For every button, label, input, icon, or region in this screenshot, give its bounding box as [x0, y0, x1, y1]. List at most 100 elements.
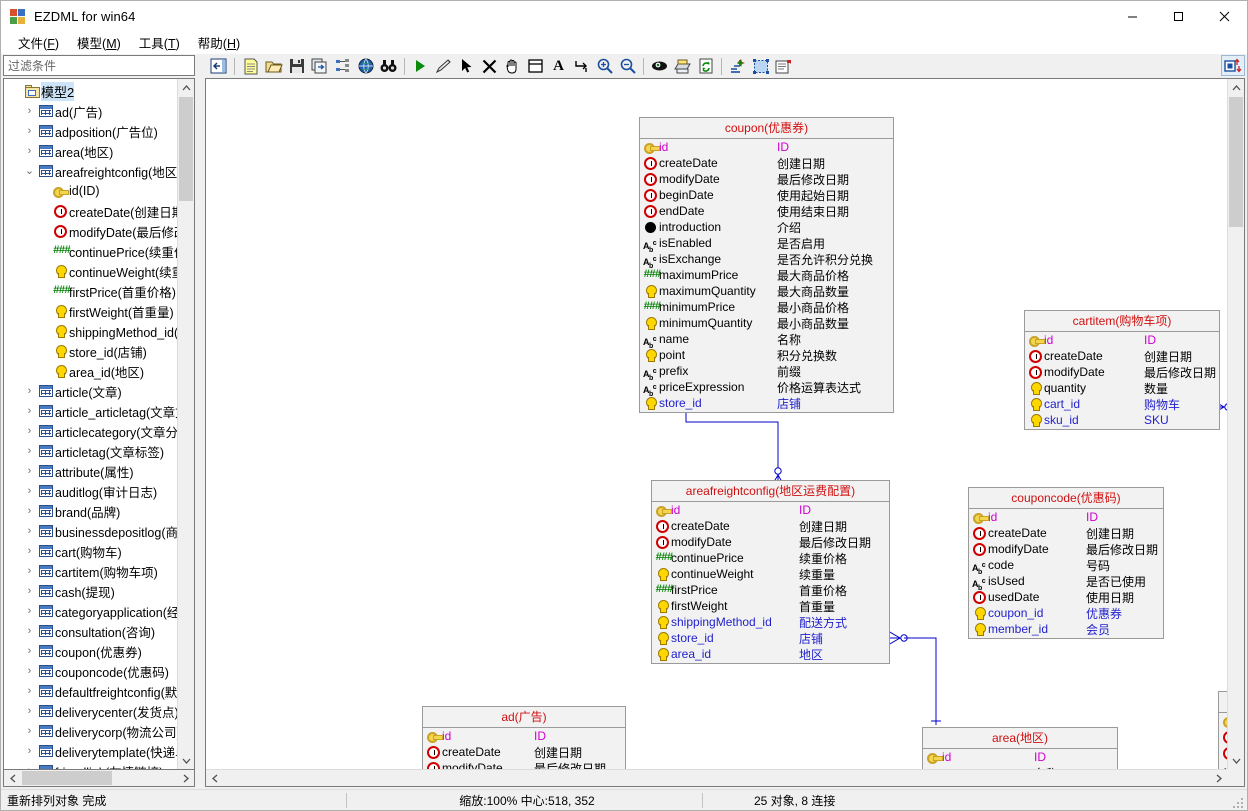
tree-root-node[interactable]: 模型2 [4, 81, 177, 101]
chevron-right-icon[interactable]: › [22, 725, 37, 737]
er-column-row[interactable]: modifyDate最后修改日期 [1219, 745, 1227, 761]
save-model-button[interactable] [285, 55, 308, 77]
er-column-row[interactable]: Abc prefix 前缀 [640, 363, 893, 381]
canvas-horizontal-scrollbar[interactable] [206, 769, 1227, 786]
find-button[interactable] [377, 55, 400, 77]
er-column-row[interactable]: id ID [640, 139, 893, 155]
tree-table-node[interactable]: › article_articletag(文章文章标签) [4, 401, 177, 421]
er-column-row[interactable]: usedDate 使用日期 [969, 589, 1163, 605]
chevron-down-icon[interactable]: ⌄ [22, 165, 37, 177]
canvas-scroll-up-arrow[interactable] [1228, 79, 1244, 96]
tree-column-node[interactable]: shippingMethod_id(配送方式) [4, 321, 177, 341]
er-column-row[interactable]: ### firstPrice 首重价格 [652, 582, 889, 598]
er-column-row[interactable]: modifyDate最后修改日期 [423, 760, 625, 769]
er-table-couponcode[interactable]: couponcode(优惠码) id ID createDate 创建日期 modifyD… [968, 487, 1164, 639]
chevron-right-icon[interactable]: › [22, 445, 37, 457]
er-column-row[interactable]: Abcname名称 [923, 765, 1117, 769]
chevron-right-icon[interactable]: › [22, 745, 37, 757]
menu-file[interactable]: 文件(F) [9, 31, 68, 55]
tree-column-node[interactable]: firstWeight(首重量) [4, 301, 177, 321]
refresh-button[interactable] [694, 55, 717, 77]
er-column-row[interactable]: store_id 店铺 [652, 630, 889, 646]
er-column-row[interactable]: sku_id SKU [1025, 412, 1219, 428]
er-table-deliverycenter[interactable]: deliverycenter(发货点)idIDcreateDate创建日期mod… [1218, 691, 1227, 769]
er-table-coupon[interactable]: coupon(优惠券) id ID createDate 创建日期 modifyDate 最… [639, 117, 894, 413]
tree-table-node[interactable]: › articletag(文章标签) [4, 441, 177, 461]
canvas-vertical-scrollbar[interactable] [1227, 79, 1244, 769]
canvas-scroll-down-arrow[interactable] [1228, 752, 1244, 769]
tree-column-node[interactable]: id(ID) [4, 181, 177, 201]
chevron-right-icon[interactable]: › [22, 645, 37, 657]
er-column-row[interactable]: id ID [652, 502, 889, 518]
tree-hscroll-thumb[interactable] [22, 771, 112, 785]
chevron-right-icon[interactable]: › [22, 465, 37, 477]
close-button[interactable] [1201, 1, 1247, 32]
er-column-row[interactable]: beginDate 使用起始日期 [640, 187, 893, 203]
er-column-row[interactable]: createDate创建日期 [1219, 729, 1227, 745]
tree-column-node[interactable]: createDate(创建日期) [4, 201, 177, 221]
er-column-row[interactable]: createDate创建日期 [1025, 348, 1219, 364]
preview-button[interactable] [648, 55, 671, 77]
er-column-row[interactable]: continueWeight 续重量 [652, 566, 889, 582]
tree-table-node[interactable]: › defaultfreightconfig(默认运费配置) [4, 681, 177, 701]
tree-table-node[interactable]: › friendlink(友情链接) [4, 761, 177, 769]
tree-column-node[interactable]: area_id(地区) [4, 361, 177, 381]
er-column-row[interactable]: Abc code 号码 [969, 557, 1163, 575]
chevron-right-icon[interactable]: › [22, 765, 37, 769]
er-column-row[interactable]: ### continuePrice 续重价格 [652, 550, 889, 566]
chevron-right-icon[interactable]: › [22, 565, 37, 577]
tree-table-node[interactable]: › couponcode(优惠码) [4, 661, 177, 681]
tree-table-node[interactable]: › adposition(广告位) [4, 121, 177, 141]
er-column-row[interactable]: modifyDate最后修改日期 [969, 541, 1163, 557]
zoom-out-button[interactable] [616, 55, 639, 77]
tree-scroll-down-arrow[interactable] [178, 752, 194, 769]
chevron-right-icon[interactable]: › [22, 625, 37, 637]
menu-help[interactable]: 帮助(H) [189, 31, 249, 55]
chevron-right-icon[interactable]: › [22, 665, 37, 677]
chevron-right-icon[interactable]: › [22, 125, 37, 137]
er-column-row[interactable]: coupon_id 优惠券 [969, 605, 1163, 621]
tree-table-node[interactable]: › auditlog(审计日志) [4, 481, 177, 501]
er-column-row[interactable]: introduction 介绍 [640, 219, 893, 235]
er-column-row[interactable]: firstWeight 首重量 [652, 598, 889, 614]
structure-button[interactable] [331, 55, 354, 77]
tree-column-node[interactable]: ### firstPrice(首重价格) [4, 281, 177, 301]
tree-table-node[interactable]: › deliverycenter(发货点) [4, 701, 177, 721]
open-model-button[interactable] [262, 55, 285, 77]
minimize-button[interactable] [1109, 1, 1155, 32]
select-button[interactable] [455, 55, 478, 77]
menu-model[interactable]: 模型(M) [68, 31, 130, 55]
tree-table-node[interactable]: › consultation(咨询) [4, 621, 177, 641]
maximize-button[interactable] [1155, 1, 1201, 32]
tree-table-node[interactable]: › deliverytemplate(快递单模板) [4, 741, 177, 761]
er-column-row[interactable]: createDate创建日期 [423, 744, 625, 760]
chevron-right-icon[interactable]: › [22, 505, 37, 517]
er-table-area[interactable]: area(地区)idIDAbcname名称fullName全称 [922, 727, 1118, 769]
edit-button[interactable] [432, 55, 455, 77]
tree-column-node[interactable]: continueWeight(续重量) [4, 261, 177, 281]
chevron-right-icon[interactable]: › [22, 585, 37, 597]
er-column-row[interactable]: ### minimumPrice 最小商品价格 [640, 299, 893, 315]
er-column-row[interactable]: endDate 使用结束日期 [640, 203, 893, 219]
canvas-scroll-right-arrow[interactable] [1210, 770, 1227, 786]
chevron-right-icon[interactable]: › [22, 105, 37, 117]
er-column-row[interactable]: quantity 数量 [1025, 380, 1219, 396]
er-column-row[interactable]: point 积分兑换数 [640, 347, 893, 363]
tree-scroll-right-arrow[interactable] [177, 770, 194, 786]
add-table-button[interactable] [524, 55, 547, 77]
chevron-right-icon[interactable]: › [22, 605, 37, 617]
er-column-row[interactable]: store_id 店铺 [640, 395, 893, 411]
add-field-button[interactable] [726, 55, 749, 77]
canvas-scroll-left-arrow[interactable] [206, 770, 223, 786]
er-column-row[interactable]: Abc isUsed 是否已使用 [969, 573, 1163, 591]
tree-table-node[interactable]: › area(地区) [4, 141, 177, 161]
tree-table-node[interactable]: › cart(购物车) [4, 541, 177, 561]
print-button[interactable] [671, 55, 694, 77]
er-table-cartitem[interactable]: cartitem(购物车项) id ID createDate 创建日期 modifyDa… [1024, 310, 1220, 430]
tree-table-node[interactable]: › article(文章) [4, 381, 177, 401]
tree-column-node[interactable]: ###continuePrice(续重价格) [4, 241, 177, 261]
canvas-vscroll-thumb[interactable] [1229, 97, 1243, 227]
er-column-row[interactable]: member_id 会员 [969, 621, 1163, 637]
tree-scroll-thumb[interactable] [179, 97, 193, 201]
chevron-right-icon[interactable]: › [22, 485, 37, 497]
